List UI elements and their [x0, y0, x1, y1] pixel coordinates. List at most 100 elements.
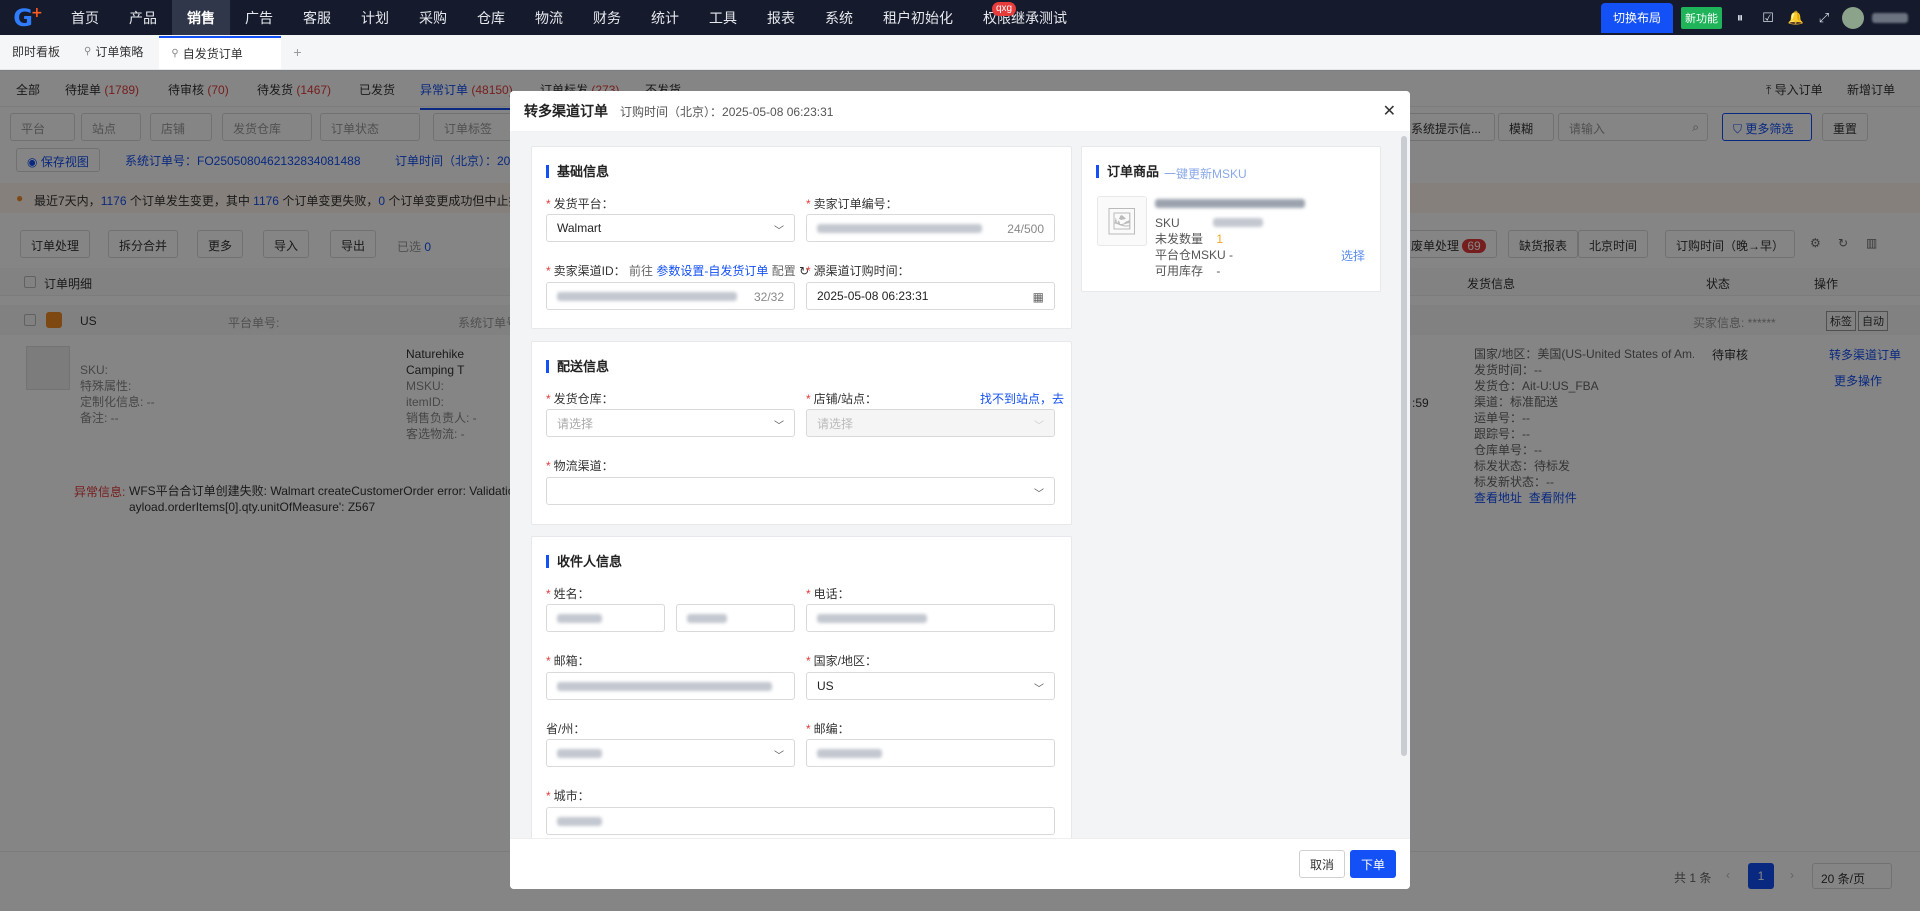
nav-ads[interactable]: 广告: [230, 0, 288, 35]
nav-stats[interactable]: 统计: [636, 0, 694, 35]
basic-info-card: 基础信息 * 发货平台： Walmart ﹀ * 卖家订单编号： 24/500 * 卖家…: [531, 146, 1072, 329]
zip-input[interactable]: [806, 739, 1055, 767]
chevron-down-icon: ﹀: [1034, 684, 1044, 695]
country-label: * 国家/地区：: [806, 654, 878, 668]
platform-msku-value: -: [1229, 248, 1234, 262]
nav-tools[interactable]: 工具: [694, 0, 752, 35]
section-title: 收件人信息: [546, 555, 622, 568]
section-title: 配送信息: [546, 360, 609, 373]
platform-msku-label: 平台仓MSKU: [1155, 248, 1226, 262]
nav-warehouse[interactable]: 仓库: [462, 0, 520, 35]
platform-label: * 发货平台：: [546, 197, 614, 211]
phone-input[interactable]: [806, 604, 1055, 632]
store-label: * 店铺/站点：: [806, 392, 878, 406]
chevron-down-icon: ﹀: [774, 226, 784, 237]
dialog-header: 转多渠道订单 订购时间（北京）：2025-05-08 06:23:31 ✕: [510, 91, 1410, 131]
source-time-label: * 源渠道订购时间：: [806, 264, 910, 278]
top-navigation: G + 首页 产品 销售 广告 客服 计划 采购 仓库 物流 财务 统计 工具 报…: [0, 0, 1920, 35]
first-name-input[interactable]: [546, 604, 665, 632]
city-input[interactable]: [546, 807, 1055, 835]
state-label: 省/州：: [546, 722, 586, 736]
store-select[interactable]: 请选择 ﹀: [806, 409, 1055, 437]
tab-order-strategy[interactable]: ⚲ 订单策略: [72, 34, 155, 69]
cancel-button[interactable]: 取消: [1299, 850, 1345, 878]
tab-dashboard[interactable]: 即时看板: [0, 34, 72, 69]
page-tabs: 即时看板 ⚲ 订单策略 ⚲ 自发货订单 +: [0, 35, 1920, 70]
nav-permission-test[interactable]: 权限继承测试 qxg: [968, 0, 1082, 35]
unshipped-label: 未发数量: [1155, 232, 1204, 246]
state-select[interactable]: ﹀: [546, 739, 795, 767]
section-title: 基础信息: [546, 165, 609, 178]
config-link[interactable]: 配置: [772, 264, 796, 278]
nav-badge: qxg: [992, 2, 1017, 16]
dialog-footer: 取消 下单: [510, 838, 1410, 889]
new-function-badge[interactable]: 新功能: [1681, 6, 1722, 29]
submit-order-button[interactable]: 下单: [1350, 850, 1396, 878]
select-value: Walmart: [557, 221, 602, 235]
section-title: 订单商品: [1096, 165, 1159, 178]
nav-finance[interactable]: 财务: [578, 0, 636, 35]
char-counter: 24/500: [1007, 222, 1044, 236]
country-select[interactable]: US ﹀: [806, 672, 1055, 700]
select-placeholder: 请选择: [817, 416, 854, 431]
add-tab-button[interactable]: +: [281, 34, 313, 69]
blurred-value: [557, 291, 737, 301]
nav-purchase[interactable]: 采购: [404, 0, 462, 35]
chevron-down-icon: ﹀: [1034, 489, 1044, 500]
param-settings-link[interactable]: 参数设置-自发货订单: [656, 264, 768, 278]
dialog-title: 转多渠道订单: [524, 103, 608, 119]
unshipped-value: 1: [1216, 232, 1224, 246]
pause-icon[interactable]: ⏸: [1730, 10, 1750, 26]
avatar[interactable]: [1842, 6, 1864, 29]
blurred-value: [817, 223, 982, 233]
fullscreen-icon[interactable]: ⤢: [1814, 10, 1834, 26]
close-icon[interactable]: ✕: [1383, 101, 1396, 121]
goods-image-placeholder-icon[interactable]: 🖼: [1097, 196, 1147, 246]
pin-icon: ⚲: [84, 46, 92, 57]
platform-select[interactable]: Walmart ﹀: [546, 214, 795, 242]
char-counter: 32/32: [753, 290, 784, 304]
warehouse-label: * 发货仓库：: [546, 392, 614, 406]
brand-logo[interactable]: G +: [0, 0, 56, 35]
select-placeholder: 请选择: [557, 416, 594, 431]
nav-service[interactable]: 客服: [288, 0, 346, 35]
nav-sales[interactable]: 销售: [172, 0, 230, 35]
bell-icon[interactable]: 🔔: [1786, 10, 1806, 26]
chevron-down-icon: ﹀: [1034, 421, 1044, 432]
source-time-picker[interactable]: 2025-05-08 06:23:31 ▦: [806, 282, 1055, 310]
tab-self-ship-orders[interactable]: ⚲ 自发货订单: [159, 36, 282, 69]
nav-logistics[interactable]: 物流: [520, 0, 578, 35]
nav-plan[interactable]: 计划: [346, 0, 404, 35]
tab-label: 自发货订单: [182, 47, 243, 61]
channel-id-label: * 卖家渠道ID： 前往 参数设置-自发货订单 配置 ↻: [546, 264, 810, 278]
select-goods-link[interactable]: 选择: [1341, 247, 1365, 264]
nav-home[interactable]: 首页: [56, 0, 114, 35]
email-input[interactable]: [546, 672, 795, 700]
switch-layout-button[interactable]: 切换布局: [1600, 2, 1673, 33]
nav-reports[interactable]: 报表: [752, 0, 810, 35]
email-label: * 邮箱：: [546, 654, 590, 668]
warehouse-select[interactable]: 请选择 ﹀: [546, 409, 795, 437]
nav-right-tools: 切换布局 新功能 ⏸ ☑ 🔔 ⤢: [1600, 0, 1920, 35]
dialog-body: 基础信息 * 发货平台： Walmart ﹀ * 卖家订单编号： 24/500 * 卖家…: [510, 131, 1410, 838]
nav-system[interactable]: 系统: [810, 0, 868, 35]
zip-label: * 邮编：: [806, 722, 850, 736]
delivery-info-card: 配送信息 *发货仓库： 请选择﹀ *店铺/站点： 找不到站点，去开启 请选择﹀ …: [531, 341, 1072, 525]
user-name-blurred[interactable]: [1872, 12, 1908, 23]
tab-label: 订单策略: [95, 45, 144, 59]
pin-icon: ⚲: [171, 48, 179, 59]
seller-order-label: * 卖家订单编号：: [806, 197, 898, 211]
goods-details: SKU 未发数量 1 平台仓MSKU - 可用库存 -: [1155, 215, 1264, 279]
seller-order-input[interactable]: 24/500: [806, 214, 1055, 242]
logistics-select[interactable]: ﹀: [546, 477, 1055, 505]
dialog-scrollbar[interactable]: [1401, 136, 1407, 756]
task-check-icon[interactable]: ☑: [1758, 10, 1778, 26]
recipient-info-card: 收件人信息 * 姓名： * 电话： * 邮箱： * 国家/地区： US ﹀ 省/州： ﹀ …: [531, 536, 1072, 838]
date-value: 2025-05-08 06:23:31: [817, 289, 929, 303]
nav-tenant-init[interactable]: 租户初始化: [868, 0, 968, 35]
city-label: * 城市：: [546, 789, 590, 803]
nav-product[interactable]: 产品: [114, 0, 172, 35]
channel-id-input[interactable]: 32/32: [546, 282, 795, 310]
last-name-input[interactable]: [676, 604, 795, 632]
update-msku-link[interactable]: 一键更新MSKU: [1164, 165, 1247, 182]
